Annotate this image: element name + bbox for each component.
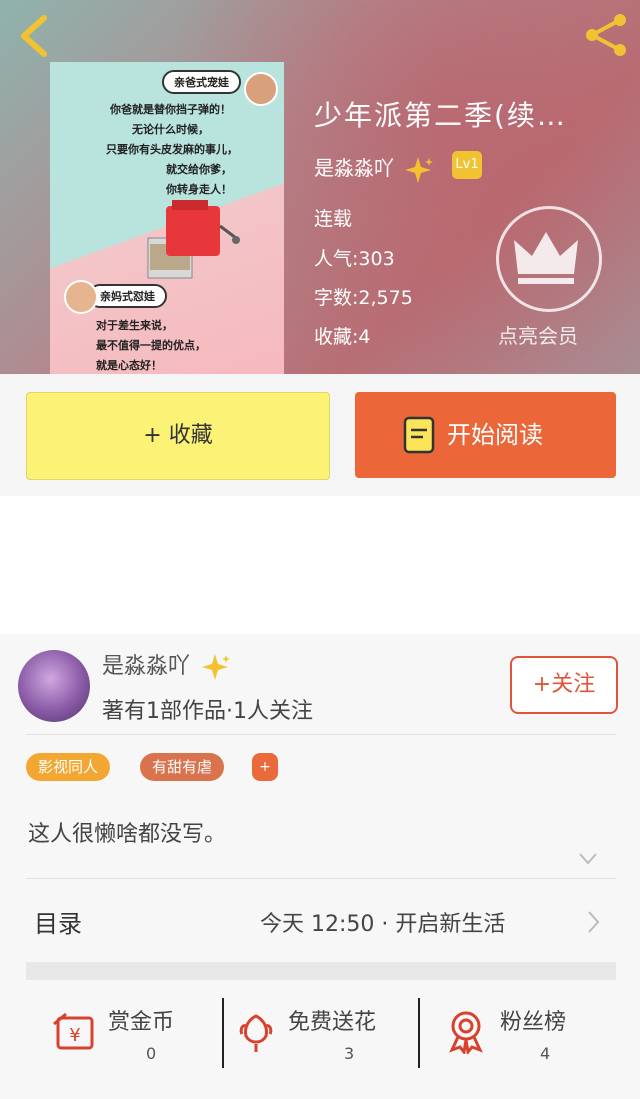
profile-stats: 著有1部作品·1人关注	[102, 699, 313, 724]
cover-line: 你爸就是替你挡子弹的！	[110, 103, 231, 116]
add-tag-button[interactable]: +	[252, 753, 278, 781]
share-icon[interactable]	[582, 12, 630, 58]
favorite-button[interactable]: + 收藏	[26, 392, 330, 480]
book-popularity: 人气:303	[314, 248, 395, 270]
sparkle-icon	[202, 654, 231, 680]
reward-coin-label[interactable]: 赏金币	[108, 1004, 174, 1036]
toc-latest-chapter[interactable]: 今天 12:50 · 开启新生活	[260, 906, 505, 938]
avatar[interactable]	[18, 650, 90, 722]
divider	[26, 878, 616, 879]
book-icon	[403, 416, 435, 454]
vip-button[interactable]	[496, 206, 602, 312]
divider	[418, 998, 420, 1068]
book-word-count: 字数:2,575	[314, 287, 413, 309]
profile-name-row[interactable]: 是淼淼吖	[102, 648, 231, 682]
level-badge: Lv1	[452, 151, 482, 179]
coin-icon[interactable]: ¥	[52, 1010, 96, 1054]
cover-line: 无论什么时候，	[132, 123, 209, 136]
book-favorites: 收藏:4	[314, 326, 371, 348]
divider	[26, 734, 616, 735]
sparkle-icon	[405, 156, 434, 183]
cover-bubble-bottom: 亲妈式怼娃	[88, 284, 167, 308]
section-band	[26, 962, 616, 980]
back-icon[interactable]	[14, 14, 54, 58]
book-cover[interactable]: 亲爸式宠娃 你爸就是替你挡子弹的！ 无论什么时候， 只要你有头皮发麻的事儿， 就…	[50, 62, 284, 374]
profile-name: 是淼淼吖	[102, 654, 191, 679]
follow-button[interactable]: +关注	[510, 656, 618, 714]
free-flower-value: 3	[344, 1044, 355, 1063]
chevron-down-icon[interactable]	[578, 852, 598, 866]
action-bar: + 收藏 开始阅读	[0, 374, 640, 496]
medal-icon[interactable]	[444, 1010, 488, 1054]
flower-icon[interactable]	[234, 1010, 278, 1054]
cover-line: 就交给你爹，	[166, 163, 232, 176]
start-reading-label: 开始阅读	[447, 421, 543, 449]
author-intro: 这人很懒啥都没写。	[28, 822, 227, 847]
cover-face-mom	[64, 280, 98, 314]
cover-line: 你转身走人！	[166, 183, 232, 196]
start-reading-button[interactable]: 开始阅读	[355, 392, 616, 478]
cover-line: 对于差生来说，	[96, 319, 173, 332]
reward-coin-value: 0	[146, 1044, 157, 1063]
tag-film-fanfic[interactable]: 影视同人	[26, 753, 111, 781]
book-header: 亲爸式宠娃 你爸就是替你挡子弹的！ 无论什么时候， 只要你有头皮发麻的事儿， 就…	[0, 0, 640, 374]
tag-sweet-angst[interactable]: 有甜有虐	[140, 753, 225, 781]
cover-text-top: 你爸就是替你挡子弹的！ 无论什么时候， 只要你有头皮发麻的事儿， 就交给你爹， …	[106, 100, 238, 200]
cover-line: 就是心态好！	[96, 359, 162, 372]
spacer	[0, 496, 640, 634]
book-title: 少年派第二季(续…	[314, 99, 567, 132]
cover-line: 只要你有头皮发麻的事儿，	[106, 143, 238, 156]
cover-line: 最不值得一提的优点，	[96, 339, 206, 352]
free-flower-label[interactable]: 免费送花	[288, 1004, 376, 1036]
cover-face-dad	[244, 72, 278, 106]
author-name: 是淼淼吖	[314, 156, 394, 180]
fan-ranking-label[interactable]: 粉丝榜	[500, 1004, 566, 1036]
divider	[222, 998, 224, 1068]
fan-ranking-value: 4	[540, 1044, 551, 1063]
sharpener-illustration	[147, 200, 240, 279]
vip-label[interactable]: 点亮会员	[498, 320, 578, 349]
toc-label[interactable]: 目录	[34, 904, 82, 939]
cover-bubble-top: 亲爸式宠娃	[162, 70, 241, 94]
book-status: 连载	[314, 208, 353, 230]
book-author[interactable]: 是淼淼吖	[314, 152, 434, 185]
crown-icon	[514, 232, 578, 284]
cover-text-bottom: 对于差生来说， 最不值得一提的优点， 就是心态好！	[96, 316, 206, 374]
stats-row	[0, 980, 640, 1099]
chevron-right-icon[interactable]	[586, 910, 600, 934]
svg-text:¥: ¥	[69, 1025, 80, 1046]
